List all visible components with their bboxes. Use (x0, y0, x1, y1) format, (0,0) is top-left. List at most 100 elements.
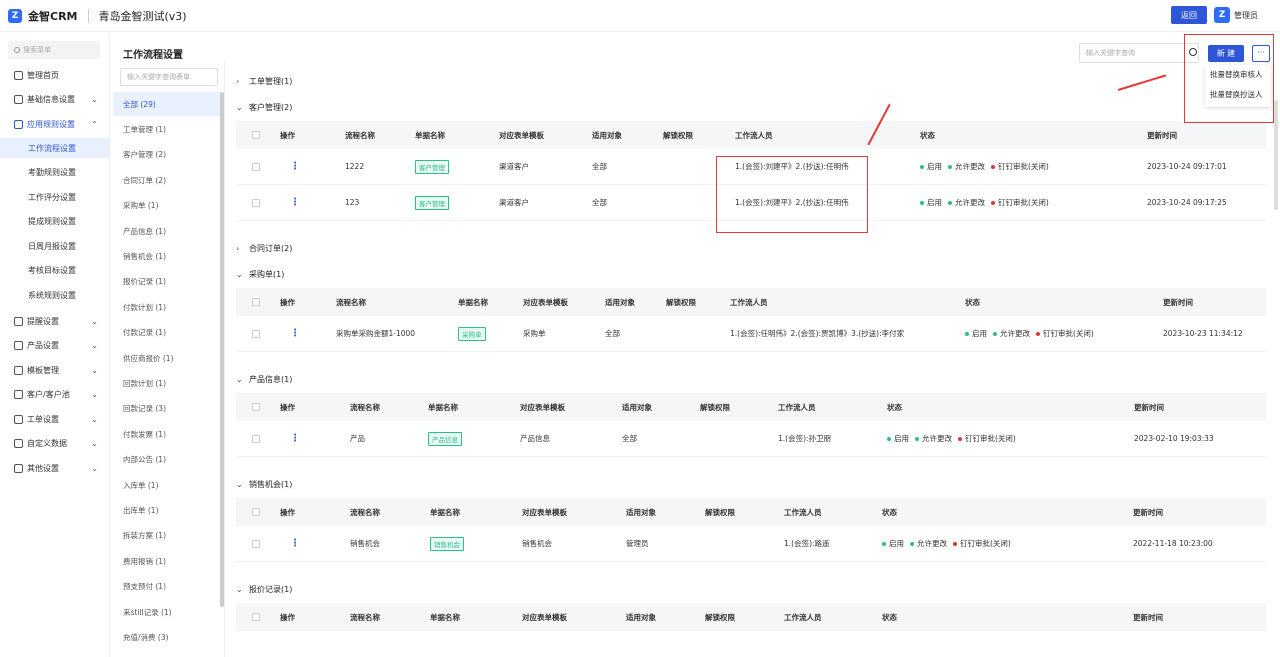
category-item[interactable]: 供应商报价 (1) (113, 346, 221, 370)
category-item[interactable]: 报价记录 (1) (113, 270, 221, 294)
category-item[interactable]: 回款计划 (1) (113, 371, 221, 395)
user-menu[interactable]: Z 管理员 (1214, 7, 1258, 23)
sidebar-item-2[interactable]: 应用规则设置 ⌃ (0, 114, 110, 134)
category-item[interactable]: 预支预付 (1) (113, 575, 221, 599)
category-item[interactable]: 付款计划 (1) (113, 295, 221, 319)
section-header[interactable]: ⌄ 产品信息(1) (236, 372, 292, 386)
category-item[interactable]: 产品信息 (1) (113, 219, 221, 243)
section-header[interactable]: ⌄ 采购单(1) (236, 267, 284, 281)
more-vertical-icon[interactable]: ⋮ (290, 538, 300, 549)
main-scrollbar[interactable] (1274, 100, 1278, 210)
category-item[interactable]: 工单管理 (1) (113, 117, 221, 141)
more-vertical-icon[interactable]: ⋮ (290, 328, 300, 339)
row-actions[interactable]: ⋮ (290, 526, 300, 561)
category-item[interactable]: 入库单 (1) (113, 473, 221, 497)
more-button[interactable]: ··· (1252, 45, 1270, 62)
form-name: 采购单 (458, 316, 486, 351)
checkbox[interactable] (252, 298, 260, 306)
more-vertical-icon[interactable]: ⋮ (290, 197, 300, 208)
search-icon (14, 47, 20, 53)
category-item[interactable]: 回款记录 (3) (113, 397, 221, 421)
more-vertical-icon[interactable]: ⋮ (290, 161, 300, 172)
section-header[interactable]: ⌄ 报价记录(1) (236, 582, 292, 596)
select-all-checkbox[interactable] (252, 498, 260, 526)
chevron-down-icon: ⌄ (91, 316, 98, 326)
category-item[interactable]: 拆装方案 (1) (113, 524, 221, 548)
row-checkbox[interactable] (252, 316, 260, 351)
sidebar-item-rest-3[interactable]: 客户/客户池 ⌄ (0, 385, 110, 405)
checkbox[interactable] (252, 613, 260, 621)
grid-icon (14, 463, 23, 473)
select-all-checkbox[interactable] (252, 393, 260, 421)
category-panel: 输入关键字查询表单 全部 (29) 工单管理 (1) 客户管理 (2) 合同订单 (2… (113, 62, 225, 657)
category-item[interactable]: 付款发票 (1) (113, 422, 221, 446)
sidebar-item-rest-4[interactable]: 工单设置 ⌄ (0, 409, 110, 429)
select-all-checkbox[interactable] (252, 288, 260, 316)
category-scrollbar[interactable] (220, 92, 224, 607)
checkbox[interactable] (252, 198, 260, 207)
batch-replace-cc[interactable]: 批量替换抄送人 (1205, 85, 1271, 105)
sidebar-subitem-2[interactable]: 工作评分设置 (0, 187, 110, 207)
section-header[interactable]: › 工单管理(1) (236, 74, 292, 88)
row-actions[interactable]: ⋮ (290, 149, 300, 184)
sidebar-subitem-5[interactable]: 考核目标设置 (0, 261, 110, 281)
menu-search-input[interactable]: 搜索菜单 (8, 41, 100, 59)
category-item[interactable]: 付款记录 (1) (113, 321, 221, 345)
column-header-op: 操作 (280, 402, 295, 412)
search-input[interactable]: 输入关键字查询 (1079, 43, 1199, 63)
new-button[interactable]: 新 建 (1208, 45, 1244, 62)
checkbox[interactable] (252, 329, 260, 338)
checkbox[interactable] (252, 162, 260, 171)
category-item[interactable]: 出库单 (1) (113, 498, 221, 522)
category-item[interactable]: 销售机会 (1) (113, 244, 221, 268)
section-header[interactable]: › 合同订单(2) (236, 241, 292, 255)
checkbox[interactable] (252, 434, 260, 443)
row-actions[interactable]: ⋮ (290, 421, 300, 456)
category-item[interactable]: 来still记录 (1) (113, 600, 221, 624)
search-icon[interactable] (1189, 48, 1197, 56)
sidebar-item-1[interactable]: 基础信息设置 ⌄ (0, 90, 110, 110)
row-checkbox[interactable] (252, 421, 260, 456)
section-header[interactable]: ⌄ 客户管理(2) (236, 100, 292, 114)
checkbox[interactable] (252, 403, 260, 411)
category-item[interactable]: 合同订单 (2) (113, 168, 221, 192)
row-checkbox[interactable] (252, 149, 260, 184)
sidebar-subitem-6[interactable]: 系统规则设置 (0, 285, 110, 305)
batch-replace-reviewer[interactable]: 批量替换审核人 (1205, 65, 1271, 85)
sidebar-subitem-0[interactable]: 工作流程设置 (0, 138, 110, 158)
sidebar-item-rest-2[interactable]: 模板管理 ⌄ (0, 360, 110, 380)
ticket-icon (14, 414, 23, 424)
sidebar-item-0[interactable]: 管理首页 (0, 65, 110, 85)
category-item[interactable]: 充值/消费 (3) (113, 625, 221, 649)
sidebar-item-rest-0[interactable]: 提醒设置 ⌄ (0, 311, 110, 331)
sidebar-item-rest-1[interactable]: 产品设置 ⌄ (0, 336, 110, 356)
sidebar-subitem-4[interactable]: 日周月报设置 (0, 236, 110, 256)
sidebar-subitem-3[interactable]: 提成规则设置 (0, 212, 110, 232)
brand[interactable]: Z 金智CRM 青岛金智测试(v3) (8, 8, 187, 24)
select-all-checkbox[interactable] (252, 603, 260, 631)
category-item[interactable]: 内部公告 (1) (113, 448, 221, 472)
select-all-checkbox[interactable] (252, 121, 260, 149)
row-checkbox[interactable] (252, 185, 260, 220)
status-allow: 允许更改 (955, 198, 985, 207)
checkbox[interactable] (252, 508, 260, 516)
row-checkbox[interactable] (252, 526, 260, 561)
checkbox[interactable] (252, 539, 260, 548)
category-item[interactable]: 客户管理 (2) (113, 143, 221, 167)
row-actions[interactable]: ⋮ (290, 185, 300, 220)
more-vertical-icon[interactable]: ⋮ (290, 433, 300, 444)
sidebar-subitem-1[interactable]: 考勤规则设置 (0, 163, 110, 183)
sidebar-item-rest-6[interactable]: 其他设置 ⌄ (0, 458, 110, 478)
status-allow: 允许更改 (955, 162, 985, 171)
category-item[interactable]: 费用报销 (1) (113, 549, 221, 573)
back-button[interactable]: 返回 (1171, 6, 1207, 24)
sidebar-item-rest-5[interactable]: 自定义数据 ⌄ (0, 434, 110, 454)
category-item[interactable]: 全部 (29) (113, 92, 221, 116)
row-actions[interactable]: ⋮ (290, 316, 300, 351)
table-header: 操作 流程名称 单据名称 对应表单模板 适用对象 解锁权限 工作流人员 状态 更新时间 (236, 393, 1266, 421)
divider (87, 9, 89, 23)
category-search-input[interactable]: 输入关键字查询表单 (120, 68, 218, 86)
category-item[interactable]: 采购单 (1) (113, 194, 221, 218)
checkbox[interactable] (252, 131, 260, 139)
section-header[interactable]: ⌄ 销售机会(1) (236, 477, 292, 491)
